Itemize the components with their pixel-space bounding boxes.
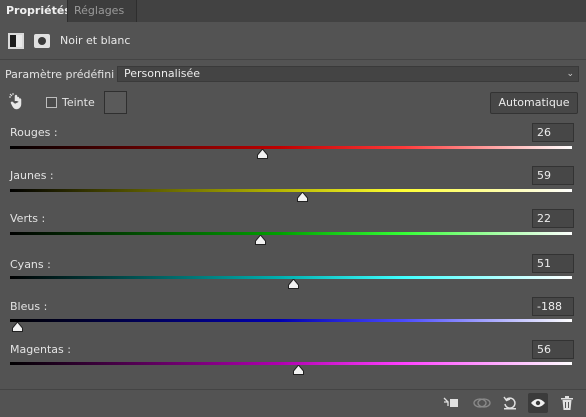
slider-track-reds[interactable] [10, 146, 572, 149]
slider-label-yellows: Jaunes : [10, 169, 54, 182]
preset-value: Personnalisée [124, 67, 201, 80]
slider-thumb-greens[interactable] [254, 235, 266, 245]
visibility-eye-icon[interactable] [528, 393, 548, 413]
slider-value-reds[interactable]: 26 [532, 123, 574, 142]
slider-thumb-yellows[interactable] [296, 192, 308, 202]
targeted-adjustment-hand-icon[interactable] [9, 93, 25, 111]
preset-label: Paramètre prédéfini : [5, 68, 122, 81]
slider-thumb-cyans[interactable] [288, 279, 300, 289]
tab-properties[interactable]: Propriétés [0, 0, 71, 22]
chevron-down-icon: ⌄ [566, 69, 574, 79]
slider-label-magentas: Magentas : [10, 343, 71, 356]
preset-dropdown[interactable]: Personnalisée ⌄ [117, 66, 579, 82]
slider-label-reds: Rouges : [10, 126, 58, 139]
auto-button[interactable]: Automatique [490, 92, 578, 114]
tint-color-swatch[interactable] [104, 91, 127, 114]
slider-value-cyans[interactable]: 51 [532, 254, 574, 273]
slider-label-cyans: Cyans : [10, 258, 51, 271]
panel-footer [0, 389, 586, 417]
slider-track-yellows[interactable] [10, 189, 572, 192]
slider-value-blues[interactable]: -188 [532, 297, 574, 316]
slider-thumb-blues[interactable] [11, 322, 23, 332]
slider-value-greens[interactable]: 22 [532, 209, 574, 228]
slider-label-blues: Bleus : [10, 300, 48, 313]
panel-tab-bar: Propriétés Réglages [0, 0, 586, 22]
tab-adjustments[interactable]: Réglages [67, 0, 137, 22]
slider-value-yellows[interactable]: 59 [532, 166, 574, 185]
tint-checkbox[interactable] [46, 97, 57, 108]
slider-track-blues[interactable] [10, 319, 572, 322]
slider-track-magentas[interactable] [10, 362, 572, 365]
slider-label-greens: Verts : [10, 212, 46, 225]
trash-icon[interactable] [557, 393, 577, 413]
view-previous-state-icon[interactable] [472, 393, 492, 413]
clip-to-layer-icon[interactable] [441, 393, 461, 413]
slider-track-greens[interactable] [10, 232, 572, 235]
mask-icon[interactable] [34, 34, 50, 48]
reset-icon[interactable] [500, 393, 520, 413]
adjustment-layer-icon[interactable] [8, 33, 24, 49]
slider-value-magentas[interactable]: 56 [532, 340, 574, 359]
header-divider [0, 59, 586, 60]
slider-thumb-reds[interactable] [257, 149, 269, 159]
adjustment-title: Noir et blanc [60, 34, 131, 47]
tint-label: Teinte [62, 96, 95, 109]
slider-thumb-magentas[interactable] [292, 365, 304, 375]
